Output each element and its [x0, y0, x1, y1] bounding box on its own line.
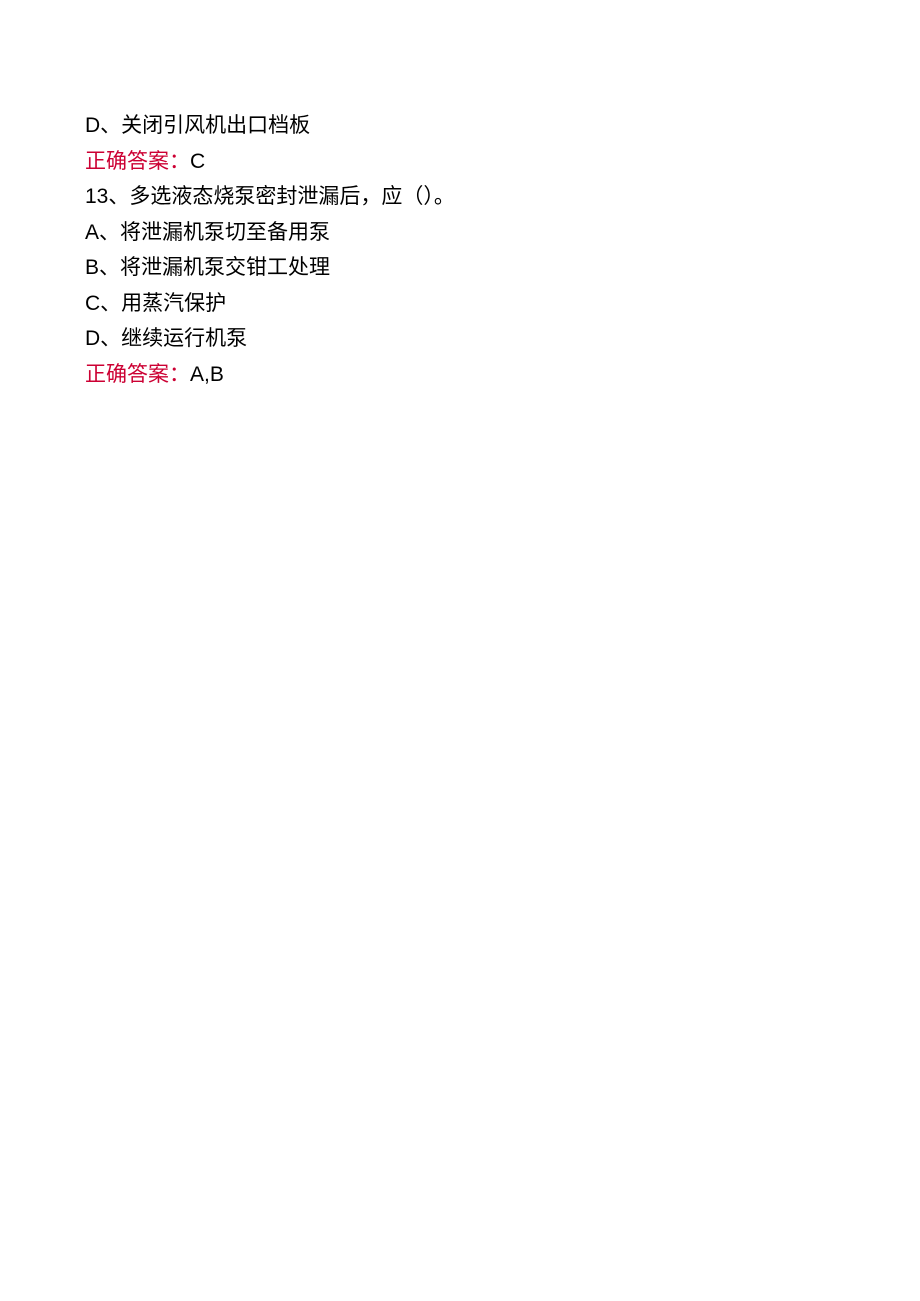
q13-answer: 正确答案：A,B: [85, 359, 835, 391]
q13-option-c: C、用蒸汽保护: [85, 288, 835, 320]
q12-answer: 正确答案：C: [85, 146, 835, 178]
q13-option-a-text: 、将泄漏机泵切至备用泵: [99, 220, 330, 244]
q13-stem-text: 、多选液态烧泵密封泄漏后，应（）。: [108, 184, 455, 208]
q13-option-d-text: 、继续运行机泵: [100, 326, 247, 350]
q13-answer-value: A,B: [190, 363, 224, 386]
q13-number: 13: [85, 185, 108, 208]
q13-option-b: B、将泄漏机泵交钳工处理: [85, 252, 835, 284]
q12-option-d: D、关闭引风机出口档板: [85, 110, 835, 142]
q13-answer-label: 正确答案：: [85, 362, 190, 386]
q12-answer-value: C: [190, 150, 205, 173]
q13-option-c-letter: C: [85, 292, 100, 315]
q13-option-d: D、继续运行机泵: [85, 323, 835, 355]
q13-option-b-text: 、将泄漏机泵交钳工处理: [99, 255, 330, 279]
q12-option-d-letter: D: [85, 114, 100, 137]
q12-option-d-text: 、关闭引风机出口档板: [100, 113, 310, 137]
q12-answer-label: 正确答案：: [85, 149, 190, 173]
q13-option-c-text: 、用蒸汽保护: [100, 291, 226, 315]
q13-option-b-letter: B: [85, 256, 99, 279]
q13-option-d-letter: D: [85, 327, 100, 350]
q13-option-a-letter: A: [85, 221, 99, 244]
q13-stem: 13、多选液态烧泵密封泄漏后，应（）。: [85, 181, 835, 213]
q13-option-a: A、将泄漏机泵切至备用泵: [85, 217, 835, 249]
